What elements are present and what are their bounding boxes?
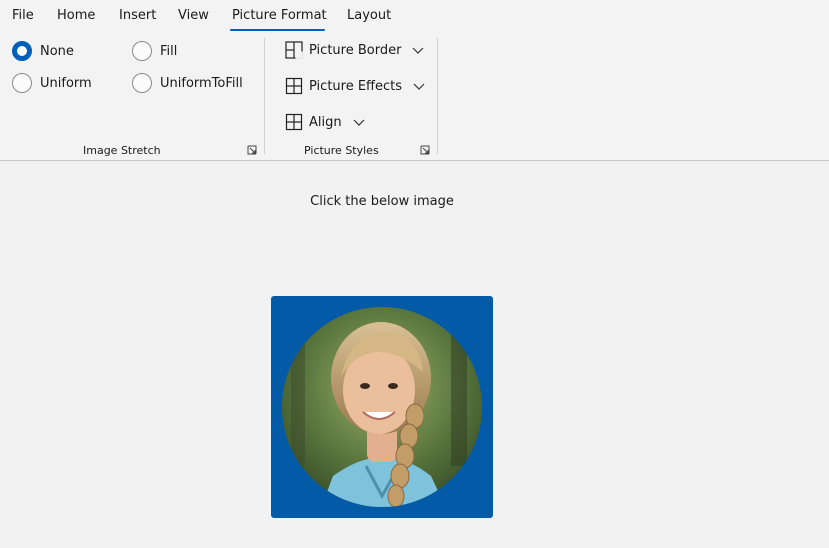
- radio-uniform-label: Uniform: [40, 75, 92, 91]
- radio-uniform-to-fill-label: UniformToFill: [160, 75, 243, 91]
- group-label-picture-styles: Picture Styles: [304, 144, 379, 157]
- ribbon: File Home Insert View Picture Format Lay…: [0, 0, 829, 161]
- tab-insert[interactable]: Insert: [119, 8, 156, 23]
- portrait-photo[interactable]: [281, 306, 483, 508]
- radio-unchecked-icon: [12, 73, 32, 93]
- group-separator: [264, 38, 265, 154]
- tab-view[interactable]: View: [178, 8, 209, 23]
- picture-effects-icon: [285, 77, 303, 95]
- chevron-down-icon: [413, 83, 425, 90]
- radio-none-label: None: [40, 43, 74, 59]
- content-area: Click the below image: [0, 172, 829, 548]
- group-separator: [437, 38, 438, 154]
- tab-layout[interactable]: Layout: [347, 8, 391, 23]
- tab-file[interactable]: File: [12, 8, 34, 23]
- radio-uniform[interactable]: Uniform: [12, 73, 92, 93]
- app-window: File Home Insert View Picture Format Lay…: [0, 0, 829, 548]
- tab-home[interactable]: Home: [57, 8, 95, 23]
- chevron-down-icon: [353, 119, 365, 126]
- instruction-text: Click the below image: [310, 194, 454, 209]
- dialog-launcher-icon[interactable]: [247, 145, 257, 155]
- radio-none[interactable]: None: [12, 41, 74, 61]
- image-frame[interactable]: [271, 296, 493, 518]
- picture-border-icon: [285, 41, 303, 59]
- radio-uniform-to-fill[interactable]: UniformToFill: [132, 73, 243, 93]
- radio-unchecked-icon: [132, 73, 152, 93]
- group-label-image-stretch: Image Stretch: [83, 144, 161, 157]
- picture-border-button[interactable]: Picture Border: [285, 38, 425, 62]
- chevron-down-icon: [412, 47, 424, 54]
- tab-picture-format[interactable]: Picture Format: [232, 8, 327, 23]
- align-icon: [285, 113, 303, 131]
- radio-fill-label: Fill: [160, 43, 178, 59]
- align-label: Align: [309, 114, 342, 130]
- align-button[interactable]: Align: [285, 110, 366, 134]
- radio-unchecked-icon: [132, 41, 152, 61]
- picture-effects-button[interactable]: Picture Effects: [285, 74, 426, 98]
- radio-fill[interactable]: Fill: [132, 41, 177, 61]
- ribbon-tabs: File Home Insert View Picture Format Lay…: [0, 0, 829, 34]
- radio-checked-icon: [12, 41, 32, 61]
- picture-effects-label: Picture Effects: [309, 78, 403, 94]
- dialog-launcher-icon[interactable]: [420, 145, 430, 155]
- picture-border-label: Picture Border: [309, 42, 402, 58]
- selected-tab-indicator: [230, 29, 325, 31]
